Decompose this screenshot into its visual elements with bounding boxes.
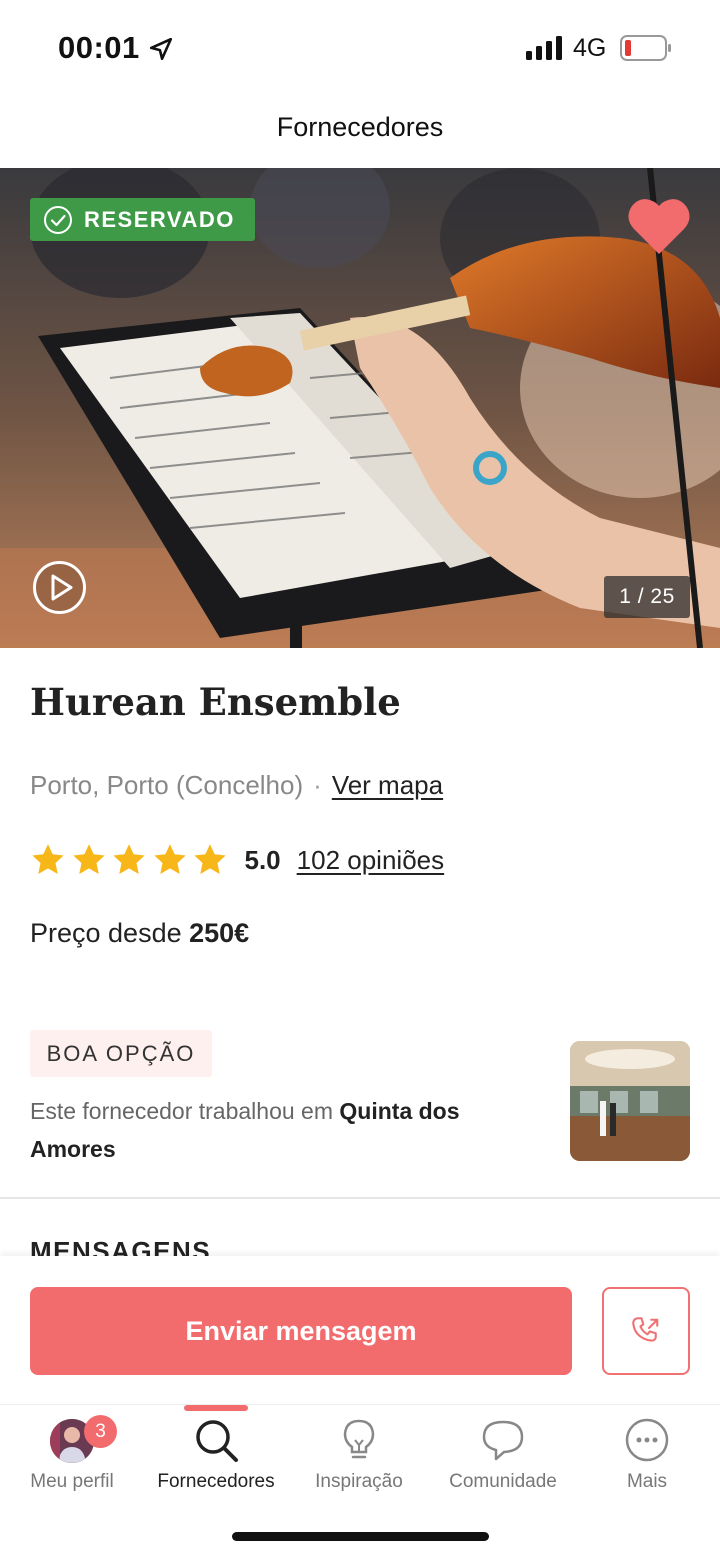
battery-low-icon bbox=[620, 35, 671, 61]
signal-icon bbox=[526, 36, 562, 60]
venue-thumbnail[interactable] bbox=[570, 1041, 690, 1161]
good-option-text: Este fornecedor trabalhou em Quinta dos … bbox=[30, 1092, 550, 1168]
vendor-location: Porto, Porto (Concelho) bbox=[30, 770, 304, 800]
send-message-button[interactable]: Enviar mensagem bbox=[30, 1287, 572, 1375]
map-link[interactable]: Ver mapa bbox=[332, 770, 443, 800]
messages-heading: MENSAGENS bbox=[30, 1236, 212, 1258]
rating-row: 5.0 102 opiniões bbox=[30, 840, 444, 880]
price-prefix: Preço desde bbox=[30, 918, 182, 948]
star-icon bbox=[72, 844, 105, 874]
network-label: 4G bbox=[573, 34, 607, 62]
venue-photo bbox=[570, 1041, 690, 1161]
separator: · bbox=[313, 770, 322, 800]
price-line: Preço desde 250€ bbox=[30, 918, 249, 949]
check-circle-icon bbox=[44, 205, 72, 234]
reviews-link[interactable]: 102 opiniões bbox=[297, 845, 444, 876]
call-button[interactable] bbox=[602, 1287, 690, 1375]
vendor-photo-gallery[interactable]: RESERVADO 1 / 25 bbox=[0, 168, 720, 648]
page-title: Fornecedores bbox=[276, 112, 444, 142]
tab-fornecedores[interactable]: Fornecedores bbox=[144, 1405, 288, 1515]
photo-counter: 1 / 25 bbox=[604, 576, 690, 618]
tab-label: Fornecedores bbox=[157, 1471, 275, 1492]
notification-badge: 3 bbox=[84, 1415, 117, 1448]
reserved-badge: RESERVADO bbox=[30, 198, 255, 241]
price-value: 250€ bbox=[189, 918, 250, 948]
chat-bubble-icon bbox=[482, 1420, 524, 1461]
action-bar: Enviar mensagem bbox=[0, 1256, 720, 1404]
star-icon bbox=[32, 844, 64, 874]
star-icon bbox=[153, 844, 186, 874]
vendor-name: Hurean Ensemble bbox=[30, 680, 401, 724]
tab-comunidade[interactable]: Comunidade bbox=[431, 1405, 575, 1515]
location-line: Porto, Porto (Concelho) · Ver mapa bbox=[30, 770, 443, 801]
status-time: 00:01 bbox=[58, 30, 140, 65]
star-icon bbox=[194, 844, 226, 874]
tab-label: Inspiração bbox=[315, 1471, 403, 1492]
heart-icon[interactable] bbox=[626, 196, 692, 256]
phone-outgoing-icon bbox=[632, 1317, 659, 1342]
star-icon bbox=[113, 844, 145, 874]
rating-stars bbox=[30, 842, 233, 878]
good-option-prefix: Este fornecedor trabalhou em bbox=[30, 1098, 334, 1124]
play-icon[interactable] bbox=[32, 560, 87, 615]
status-bar: 00:01 4G bbox=[0, 0, 720, 96]
more-icon bbox=[625, 1418, 669, 1462]
tab-label: Comunidade bbox=[449, 1471, 557, 1492]
home-indicator bbox=[232, 1532, 489, 1541]
reserved-label: RESERVADO bbox=[84, 206, 235, 232]
lightbulb-icon bbox=[343, 1419, 375, 1459]
tab-meu-perfil[interactable]: 3 Meu perfil bbox=[0, 1405, 144, 1515]
divider bbox=[0, 1197, 720, 1199]
tab-label: Mais bbox=[626, 1471, 668, 1492]
tab-mais[interactable]: Mais bbox=[575, 1405, 719, 1515]
location-arrow-icon bbox=[149, 37, 173, 61]
rating-value: 5.0 bbox=[244, 844, 281, 875]
search-icon bbox=[196, 1420, 238, 1462]
tab-label: Meu perfil bbox=[30, 1471, 114, 1492]
good-option-badge: BOA OPÇÃO bbox=[30, 1030, 212, 1077]
tab-inspiracao[interactable]: Inspiração bbox=[287, 1405, 431, 1515]
